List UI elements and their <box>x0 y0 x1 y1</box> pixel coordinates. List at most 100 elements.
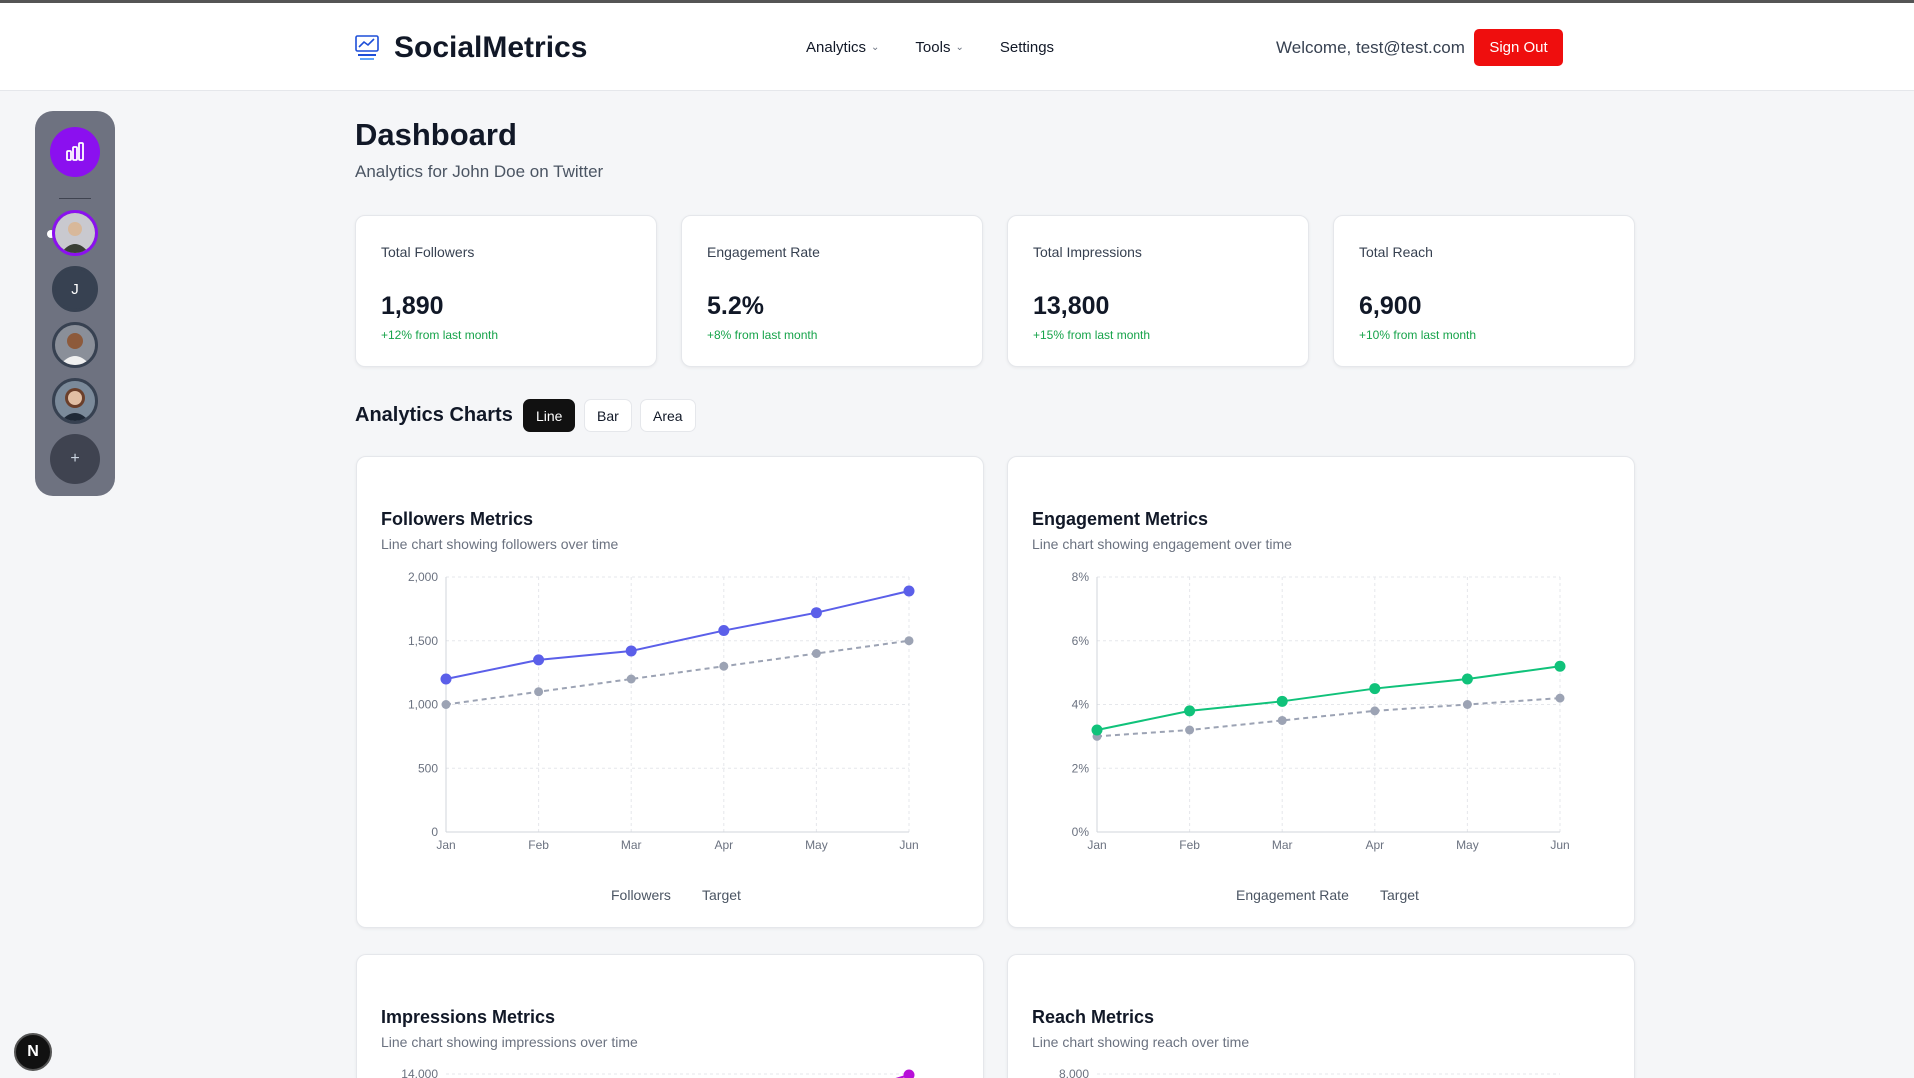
page-subtitle: Analytics for John Doe on Twitter <box>355 162 604 181</box>
dashboard-button[interactable] <box>50 127 100 177</box>
legend-engagement-rate[interactable]: Engagement Rate <box>1236 887 1349 903</box>
welcome-text: Welcome, test@test.com <box>1276 38 1465 57</box>
stat-value: 5.2% <box>707 292 764 320</box>
x-tick-label: Feb <box>528 838 549 852</box>
bar-chart-icon <box>66 142 84 161</box>
x-tick-label: Apr <box>1365 838 1384 852</box>
followers-chart: 0 500 1,000 1,500 2,000 Jan Feb Mar Apr May Jun <box>408 570 919 852</box>
brand-name: SocialMetrics <box>394 31 588 64</box>
charts-section-title: Analytics Charts <box>355 404 513 426</box>
stat-delta: +8% from last month <box>707 328 818 342</box>
legend-target[interactable]: Target <box>1380 887 1419 903</box>
x-tick-label: Feb <box>1179 838 1200 852</box>
account-avatar[interactable] <box>52 378 98 424</box>
series-line-followers <box>445 590 910 680</box>
chart-type-line-button[interactable]: Line <box>523 399 576 432</box>
engagement-chart: 0% 2% 4% 6% 8% Jan Feb Mar Apr May Jun <box>1072 570 1570 852</box>
series-line-target <box>445 639 910 706</box>
y-tick-label: 8% <box>1072 570 1090 584</box>
stat-delta: +10% from last month <box>1359 328 1477 342</box>
chart-card-engagement: Engagement Metrics Line chart showing en… <box>1007 456 1635 928</box>
y-tick-label: 2,000 <box>408 570 438 584</box>
data-point-followers <box>533 654 545 666</box>
data-point-engagement-rate <box>1091 724 1103 736</box>
account-sidebar: J + <box>35 111 115 496</box>
nav-analytics-label: Analytics <box>806 39 867 56</box>
data-point-target <box>1462 700 1472 709</box>
data-point-engagement-rate <box>1461 673 1473 685</box>
impressions-chart: 14,000 <box>401 1067 915 1078</box>
chart-card-followers: Followers Metrics Line chart showing fol… <box>356 456 984 928</box>
chart-card-impressions: Impressions Metrics Line chart showing i… <box>356 954 984 1078</box>
data-point-followers <box>440 673 452 685</box>
series-line-target <box>1096 697 1561 738</box>
y-tick-label: 2% <box>1072 761 1090 775</box>
data-point-target <box>626 674 636 684</box>
main-nav: Analytics ⌄ Tools ⌄ Settings <box>806 39 1054 56</box>
x-tick-label: May <box>805 838 828 852</box>
sidebar-divider <box>59 198 91 199</box>
data-point-followers <box>810 607 822 619</box>
y-tick-label: 8,000 <box>1059 1067 1089 1078</box>
data-point-target <box>534 687 544 697</box>
chart-type-bar-button[interactable]: Bar <box>584 399 632 432</box>
stat-card-reach: Total Reach 6,900 +10% from last month <box>1333 215 1635 367</box>
account-avatar[interactable] <box>52 322 98 368</box>
data-point-target <box>904 636 914 646</box>
add-account-button[interactable]: + <box>50 434 100 484</box>
y-tick-label: 4% <box>1072 698 1090 712</box>
x-tick-label: Mar <box>621 838 642 852</box>
stat-label: Total Followers <box>381 244 475 260</box>
avatar-photo <box>55 381 95 421</box>
y-tick-label: 1,500 <box>408 634 438 648</box>
data-point-impressions <box>903 1069 915 1078</box>
avatar-letter: J <box>71 280 79 298</box>
y-tick-label: 1,000 <box>408 698 438 712</box>
nav-analytics[interactable]: Analytics ⌄ <box>806 39 879 56</box>
corner-badge[interactable]: N <box>14 1033 52 1071</box>
sign-out-button[interactable]: Sign Out <box>1474 29 1563 66</box>
account-avatar-active[interactable] <box>52 210 98 256</box>
stat-delta: +12% from last month <box>381 328 499 342</box>
series-line-engagement-rate <box>1096 665 1561 731</box>
data-point-target <box>1185 725 1195 735</box>
y-tick-label: 500 <box>418 761 438 775</box>
account-avatar-letter[interactable]: J <box>52 266 98 312</box>
y-tick-label: 6% <box>1072 634 1090 648</box>
data-point-followers <box>903 585 915 597</box>
stat-card-followers: Total Followers 1,890 +12% from last mon… <box>355 215 657 367</box>
data-point-engagement-rate <box>1184 705 1196 717</box>
nav-tools-label: Tools <box>915 39 951 56</box>
page-title: Dashboard <box>355 117 517 152</box>
stat-card-impressions: Total Impressions 13,800 +15% from last … <box>1007 215 1309 367</box>
data-point-target <box>441 700 451 709</box>
data-point-followers <box>718 625 730 637</box>
x-tick-label: Mar <box>1272 838 1293 852</box>
stat-label: Engagement Rate <box>707 244 820 260</box>
plus-icon: + <box>70 450 80 467</box>
data-point-target <box>1277 715 1287 725</box>
stat-value: 6,900 <box>1359 292 1422 320</box>
x-tick-label: Apr <box>714 838 733 852</box>
data-point-target <box>811 649 821 658</box>
legend-followers[interactable]: Followers <box>611 887 671 903</box>
x-tick-label: Jun <box>899 838 918 852</box>
brand[interactable]: SocialMetrics <box>354 31 587 65</box>
data-point-engagement-rate <box>1369 683 1381 695</box>
y-tick-label: 0% <box>1072 825 1090 839</box>
avatar-photo <box>55 213 95 253</box>
data-point-target <box>1370 706 1380 716</box>
chart-type-area-button[interactable]: Area <box>640 399 696 432</box>
data-point-engagement-rate <box>1554 660 1566 672</box>
legend-target[interactable]: Target <box>702 887 741 903</box>
reach-chart: 8,000 <box>1059 1067 1560 1078</box>
x-tick-label: Jan <box>1087 838 1106 852</box>
avatar-photo <box>55 325 95 365</box>
nav-tools[interactable]: Tools ⌄ <box>915 39 963 56</box>
logo-icon <box>354 34 380 62</box>
data-point-target <box>719 661 729 671</box>
data-point-target <box>1555 693 1565 703</box>
data-point-followers <box>625 645 637 657</box>
nav-settings[interactable]: Settings <box>1000 39 1054 56</box>
chevron-down-icon: ⌄ <box>955 42 964 53</box>
